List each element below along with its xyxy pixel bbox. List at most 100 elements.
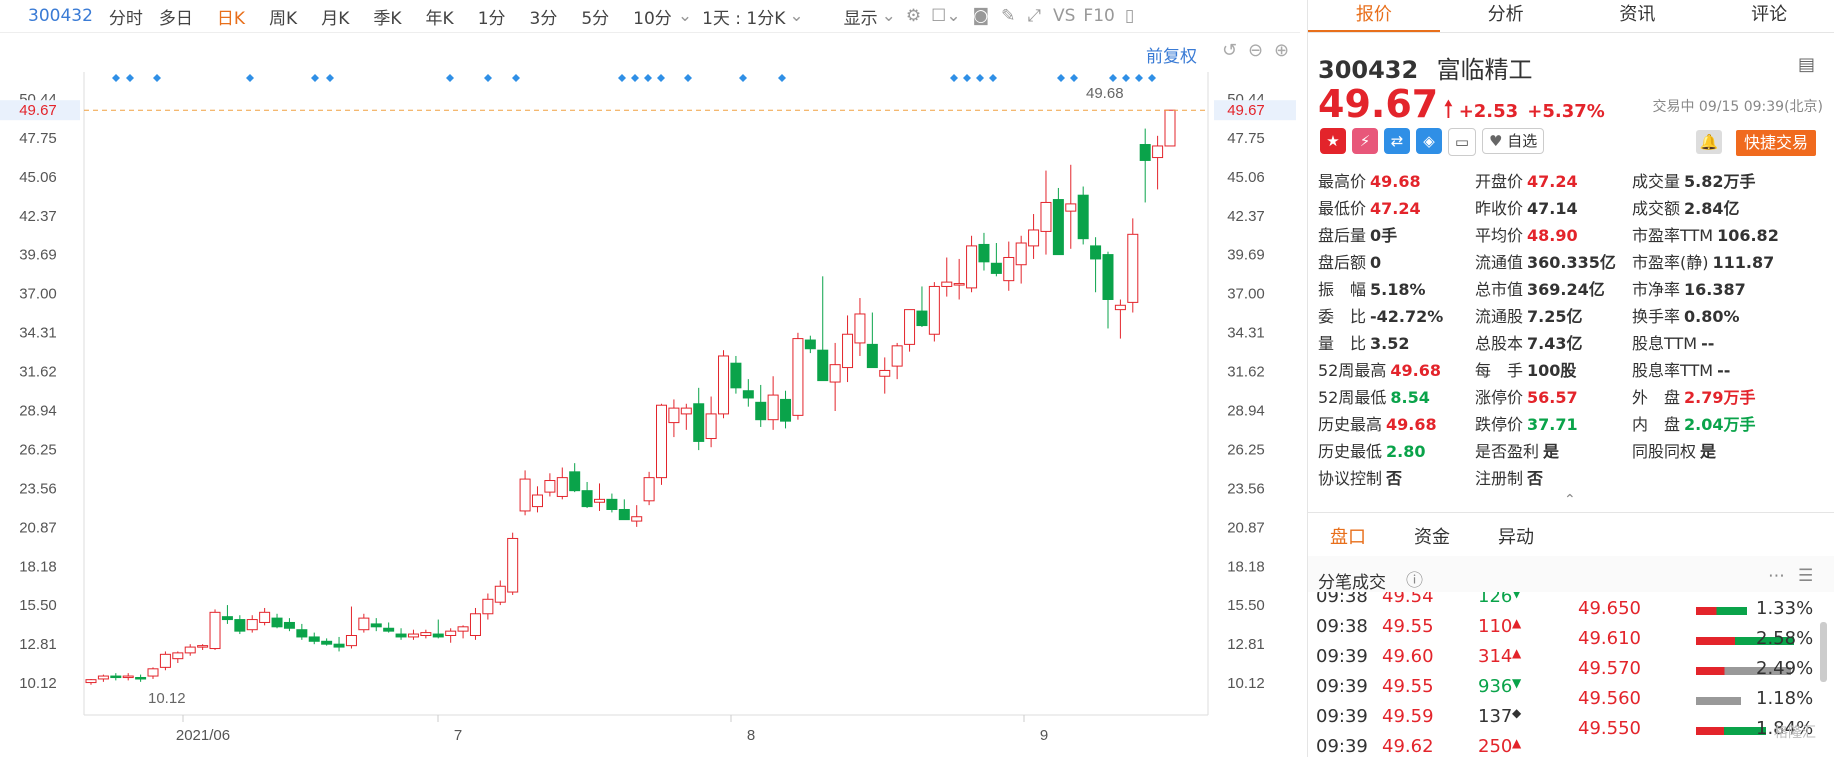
candle[interactable]: [246, 615, 258, 633]
candle[interactable]: [1164, 109, 1176, 147]
candle[interactable]: [705, 396, 717, 448]
candle[interactable]: [283, 618, 295, 632]
chevron-down-icon[interactable]: ⌄: [678, 6, 692, 26]
tab-5min[interactable]: 5分: [581, 4, 609, 29]
watchlist-button[interactable]: ♥ 自选: [1482, 128, 1545, 154]
tab-comments[interactable]: 评论: [1703, 0, 1834, 32]
candle[interactable]: [817, 276, 829, 382]
candle[interactable]: [643, 471, 655, 506]
tab-anomaly[interactable]: 异动: [1498, 523, 1534, 549]
tab-3min[interactable]: 3分: [530, 4, 558, 29]
display-menu[interactable]: 显示: [844, 4, 878, 29]
zoom-in-icon[interactable]: ⊕: [1274, 40, 1289, 61]
event-marker[interactable]: [1057, 74, 1065, 82]
candle[interactable]: [916, 286, 928, 328]
candle[interactable]: [978, 232, 990, 271]
event-marker[interactable]: [1148, 74, 1156, 82]
tab-quote[interactable]: 报价: [1308, 0, 1440, 32]
tab-quarterly-k[interactable]: 季K: [373, 4, 401, 29]
candle[interactable]: [842, 315, 854, 383]
candle[interactable]: [1077, 186, 1089, 245]
tab-yearly-k[interactable]: 年K: [426, 4, 454, 29]
candle[interactable]: [519, 470, 531, 516]
candle[interactable]: [507, 532, 519, 595]
candle[interactable]: [147, 667, 159, 679]
event-marker[interactable]: [1135, 74, 1143, 82]
candle[interactable]: [1015, 235, 1027, 284]
event-marker[interactable]: [963, 74, 971, 82]
candle[interactable]: [345, 606, 357, 649]
candle[interactable]: [767, 376, 779, 430]
candle[interactable]: [1152, 135, 1164, 190]
event-marker[interactable]: [1070, 74, 1078, 82]
candle[interactable]: [197, 644, 209, 650]
event-marker[interactable]: [153, 74, 161, 82]
candle[interactable]: [866, 312, 878, 369]
sprint-icon[interactable]: ⚡: [1352, 128, 1378, 154]
event-marker[interactable]: [112, 74, 120, 82]
candle[interactable]: [1003, 241, 1015, 291]
candle[interactable]: [606, 493, 618, 513]
pencil-icon[interactable]: ✎: [1001, 6, 1015, 26]
tag-icon[interactable]: ◈: [1416, 128, 1442, 154]
undo-icon[interactable]: ↺: [1222, 40, 1237, 61]
candle[interactable]: [383, 622, 395, 633]
candle[interactable]: [581, 481, 593, 509]
candle[interactable]: [618, 499, 630, 521]
candle[interactable]: [1052, 187, 1064, 256]
candle[interactable]: [631, 505, 643, 527]
candle[interactable]: [321, 638, 333, 646]
candle[interactable]: [804, 335, 816, 354]
tab-order-book[interactable]: 盘口: [1330, 523, 1366, 549]
candle[interactable]: [494, 580, 506, 606]
candle[interactable]: [593, 483, 605, 511]
event-marker[interactable]: [1122, 74, 1130, 82]
candle[interactable]: [445, 628, 457, 643]
candle[interactable]: [718, 350, 730, 419]
event-marker[interactable]: [631, 74, 639, 82]
list-icon[interactable]: ☰: [1798, 566, 1813, 586]
collapse-icon[interactable]: ⌃: [1564, 492, 1576, 508]
panel-toggle-icon[interactable]: ▯: [1125, 6, 1134, 26]
event-marker[interactable]: [1109, 74, 1117, 82]
candle[interactable]: [1114, 299, 1126, 339]
candle[interactable]: [1102, 251, 1114, 329]
event-marker[interactable]: [684, 74, 692, 82]
bell-icon[interactable]: 🔔: [1696, 130, 1722, 154]
candle[interactable]: [891, 342, 903, 380]
event-marker[interactable]: [989, 74, 997, 82]
candle[interactable]: [941, 257, 953, 297]
candle[interactable]: [668, 399, 680, 438]
fullscreen-icon[interactable]: ⤢: [1027, 6, 1041, 26]
candle[interactable]: [693, 387, 705, 451]
candle[interactable]: [333, 636, 345, 652]
candle[interactable]: [854, 298, 866, 356]
candle[interactable]: [953, 258, 965, 300]
candle[interactable]: [829, 342, 841, 412]
candle[interactable]: [780, 390, 792, 429]
candle[interactable]: [1040, 170, 1052, 255]
candle[interactable]: [172, 651, 184, 664]
event-marker[interactable]: [739, 74, 747, 82]
candle[interactable]: [1065, 164, 1077, 249]
period-select[interactable]: 1天 : 1分K: [702, 4, 785, 29]
candle[interactable]: [792, 332, 804, 420]
event-marker[interactable]: [618, 74, 626, 82]
kline-chart[interactable]: 50.44 50.4449.67 49.6747.75 47.7545.06 45.06…: [0, 0, 1307, 757]
candle[interactable]: [308, 632, 320, 645]
candle[interactable]: [209, 609, 221, 650]
tab-intraday[interactable]: 分时: [109, 4, 143, 29]
tab-daily-k[interactable]: 日K: [217, 4, 245, 29]
candle[interactable]: [110, 673, 122, 681]
tab-news[interactable]: 资讯: [1572, 0, 1704, 32]
candle[interactable]: [184, 644, 196, 656]
china-flag-icon[interactable]: ★: [1320, 128, 1346, 154]
candle[interactable]: [296, 623, 308, 640]
tab-capital[interactable]: 资金: [1414, 523, 1450, 549]
tab-monthly-k[interactable]: 月K: [321, 4, 349, 29]
candle[interactable]: [656, 403, 668, 485]
candle[interactable]: [122, 673, 134, 681]
candle[interactable]: [234, 615, 246, 635]
event-marker[interactable]: [446, 74, 454, 82]
scrollbar[interactable]: [1820, 622, 1827, 682]
